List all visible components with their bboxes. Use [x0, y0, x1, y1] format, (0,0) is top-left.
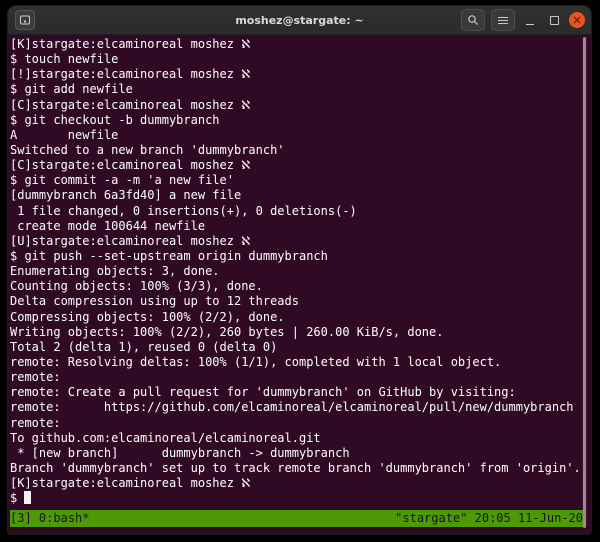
scrollbar[interactable] — [582, 37, 587, 528]
terminal-line: $ git add newfile — [10, 82, 591, 97]
minimize-button[interactable] — [521, 11, 539, 29]
terminal-line: To github.com:elcaminoreal/elcaminoreal.… — [10, 431, 591, 446]
minimize-icon — [526, 24, 534, 25]
terminal-output: [K]stargate:elcaminoreal moshez ℵ$ touch… — [10, 37, 591, 491]
terminal-line: $ git checkout -b dummybranch — [10, 113, 591, 128]
menu-button[interactable] — [491, 9, 515, 31]
status-spacer — [89, 510, 395, 527]
terminal-line: [!]stargate:elcaminoreal moshez ℵ — [10, 67, 591, 82]
terminal-line: remote: https://github.com/elcaminoreal/… — [10, 400, 591, 415]
titlebar-controls: × — [461, 6, 585, 34]
tmux-status-bar: [3] 0:bash* "stargate" 20:05 11-Jun-20 — [10, 510, 583, 527]
terminal-window: moshez@stargate: ~ × [K]stargate:e — [8, 6, 591, 534]
terminal-line: Compressing objects: 100% (2/2), done. — [10, 310, 591, 325]
terminal-line: Delta compression using up to 12 threads — [10, 294, 591, 309]
close-icon: × — [572, 14, 582, 26]
terminal-line: remote: — [10, 416, 591, 431]
terminal-line: Writing objects: 100% (2/2), 260 bytes |… — [10, 325, 591, 340]
tmux-window-list[interactable]: [3] 0:bash* — [10, 510, 89, 527]
shell-prompt: $ — [10, 491, 24, 505]
terminal-line: [K]stargate:elcaminoreal moshez ℵ — [10, 476, 591, 491]
terminal-line: Branch 'dummybranch' set up to track rem… — [10, 461, 591, 476]
terminal-line: Switched to a new branch 'dummybranch' — [10, 143, 591, 158]
scrollbar-thumb[interactable] — [583, 37, 586, 528]
search-icon — [467, 14, 479, 26]
terminal-line: Total 2 (delta 1), reused 0 (delta 0) — [10, 340, 591, 355]
terminal-line: remote: Resolving deltas: 100% (1/1), co… — [10, 355, 591, 370]
terminal-line: 1 file changed, 0 insertions(+), 0 delet… — [10, 204, 591, 219]
titlebar[interactable]: moshez@stargate: ~ × — [8, 6, 591, 35]
terminal-line: $ git commit -a -m 'a new file' — [10, 173, 591, 188]
terminal-app-icon — [19, 14, 31, 26]
maximize-button[interactable] — [545, 11, 563, 29]
terminal-line: [C]stargate:elcaminoreal moshez ℵ — [10, 98, 591, 113]
terminal-prompt-line: $ — [10, 491, 591, 506]
terminal-line: A newfile — [10, 128, 591, 143]
text-cursor — [24, 491, 31, 504]
terminal-line: remote: Create a pull request for 'dummy… — [10, 385, 591, 400]
terminal-line: [U]stargate:elcaminoreal moshez ℵ — [10, 234, 591, 249]
terminal-line: remote: — [10, 370, 591, 385]
terminal-line: $ touch newfile — [10, 52, 591, 67]
hamburger-icon — [498, 17, 508, 24]
terminal-line: create mode 100644 newfile — [10, 219, 591, 234]
terminal-line: Counting objects: 100% (3/3), done. — [10, 279, 591, 294]
maximize-icon — [550, 16, 559, 25]
app-icon[interactable] — [15, 10, 35, 30]
close-button[interactable]: × — [569, 12, 585, 28]
terminal-line: $ git push --set-upstream origin dummybr… — [10, 249, 591, 264]
terminal-line: [C]stargate:elcaminoreal moshez ℵ — [10, 158, 591, 173]
terminal-screen[interactable]: [K]stargate:elcaminoreal moshez ℵ$ touch… — [8, 35, 591, 534]
terminal-line: * [new branch] dummybranch -> dummybranc… — [10, 446, 591, 461]
tmux-host-clock: "stargate" 20:05 11-Jun-20 — [395, 510, 583, 527]
search-button[interactable] — [461, 9, 485, 31]
terminal-line: [dummybranch 6a3fd40] a new file — [10, 188, 591, 203]
terminal-line: Enumerating objects: 3, done. — [10, 264, 591, 279]
terminal-line: [K]stargate:elcaminoreal moshez ℵ — [10, 37, 591, 52]
